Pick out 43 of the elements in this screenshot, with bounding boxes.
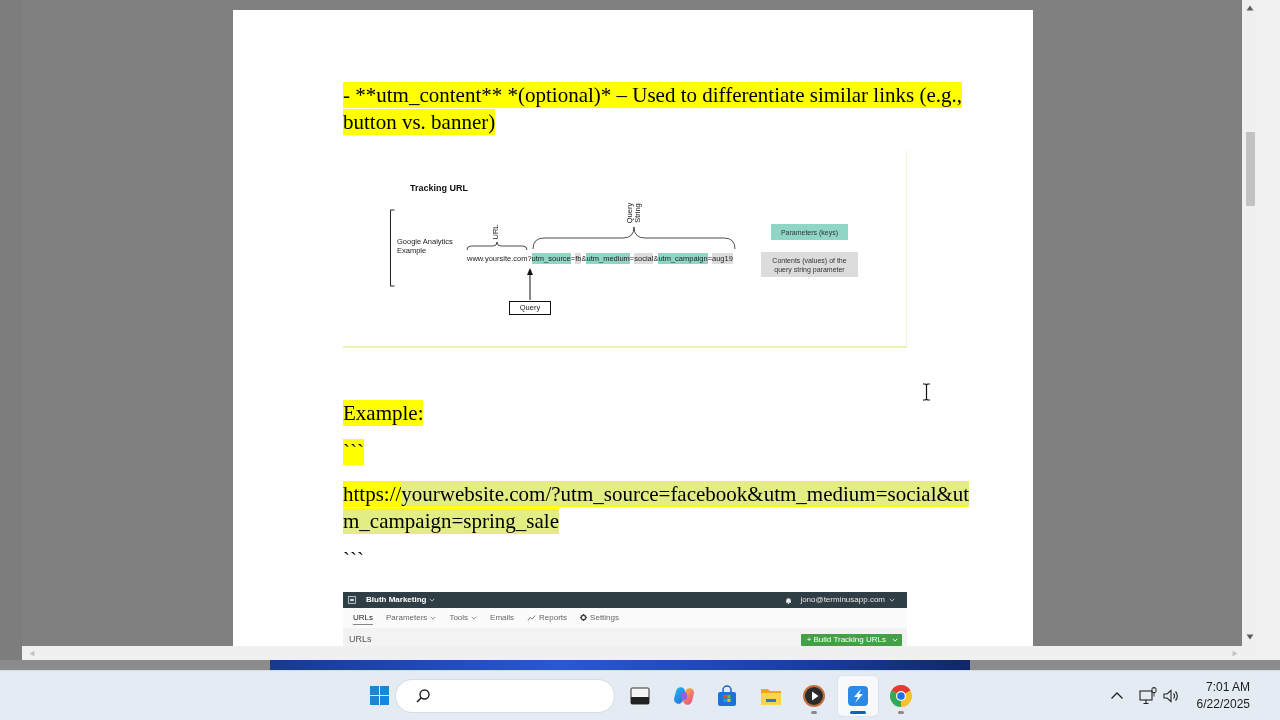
windows-logo-icon <box>369 686 389 705</box>
play-icon <box>802 683 826 708</box>
network-icon <box>1139 686 1157 705</box>
account-menu[interactable]: jono@terminusapp.com <box>800 595 895 605</box>
lightning-icon <box>845 683 870 708</box>
workspace-menu[interactable]: Bluth Marketing <box>366 595 436 605</box>
caret-icon <box>471 615 478 620</box>
chart-icon <box>527 614 537 621</box>
caret-icon <box>892 638 898 642</box>
nav-tab[interactable]: Reports <box>527 611 568 625</box>
speaker-icon <box>1163 688 1179 703</box>
chevron-up-icon <box>1110 691 1124 700</box>
bell-icon <box>785 596 793 604</box>
gear-icon <box>580 614 588 621</box>
nav-tab[interactable]: Emails <box>490 611 515 625</box>
url-brace <box>466 241 528 251</box>
search-field[interactable] <box>395 678 615 713</box>
page-heading: URLs <box>349 634 372 645</box>
clock-time[interactable]: 7:01 AM <box>1205 678 1250 696</box>
caret-icon <box>430 615 437 620</box>
text-cursor-icon <box>922 383 931 401</box>
search-icon <box>416 688 430 703</box>
shopping-bag-icon <box>715 683 739 708</box>
scroll-up-icon[interactable] <box>1246 5 1254 11</box>
paragraph-text: ``` <box>343 547 365 574</box>
url-text: https://yourwebsite.com/?utm_source=facebook&utm_medium=social&utm_campaign=spring_sale <box>343 481 971 535</box>
up-arrow <box>526 268 534 300</box>
tricolor-circle-icon <box>889 683 913 708</box>
scroll-down-icon[interactable] <box>1246 634 1254 640</box>
caret-icon <box>889 598 895 602</box>
paragraph-text: - **utm_content** *(optional)* – Used to differentiate similar links (e.g., button vs. banner) <box>343 82 963 136</box>
build-urls-button[interactable]: + Build Tracking URLs <box>800 634 902 646</box>
nav-tab[interactable]: URLs <box>353 611 373 625</box>
nav-tab[interactable]: Settings <box>580 611 619 625</box>
paragraph-text: Example: <box>343 400 425 427</box>
clock-date[interactable]: 6/22/2025 <box>1196 695 1250 713</box>
nav-tab[interactable]: Tools <box>449 611 478 625</box>
nav-tab[interactable]: Parameters <box>386 611 437 625</box>
app-logo-icon <box>348 596 356 604</box>
diagram-title: Tracking URL <box>410 183 468 194</box>
scrollbar-thumb[interactable] <box>1245 132 1255 206</box>
paragraph-text: ``` <box>343 439 365 466</box>
caret-icon <box>429 598 436 602</box>
